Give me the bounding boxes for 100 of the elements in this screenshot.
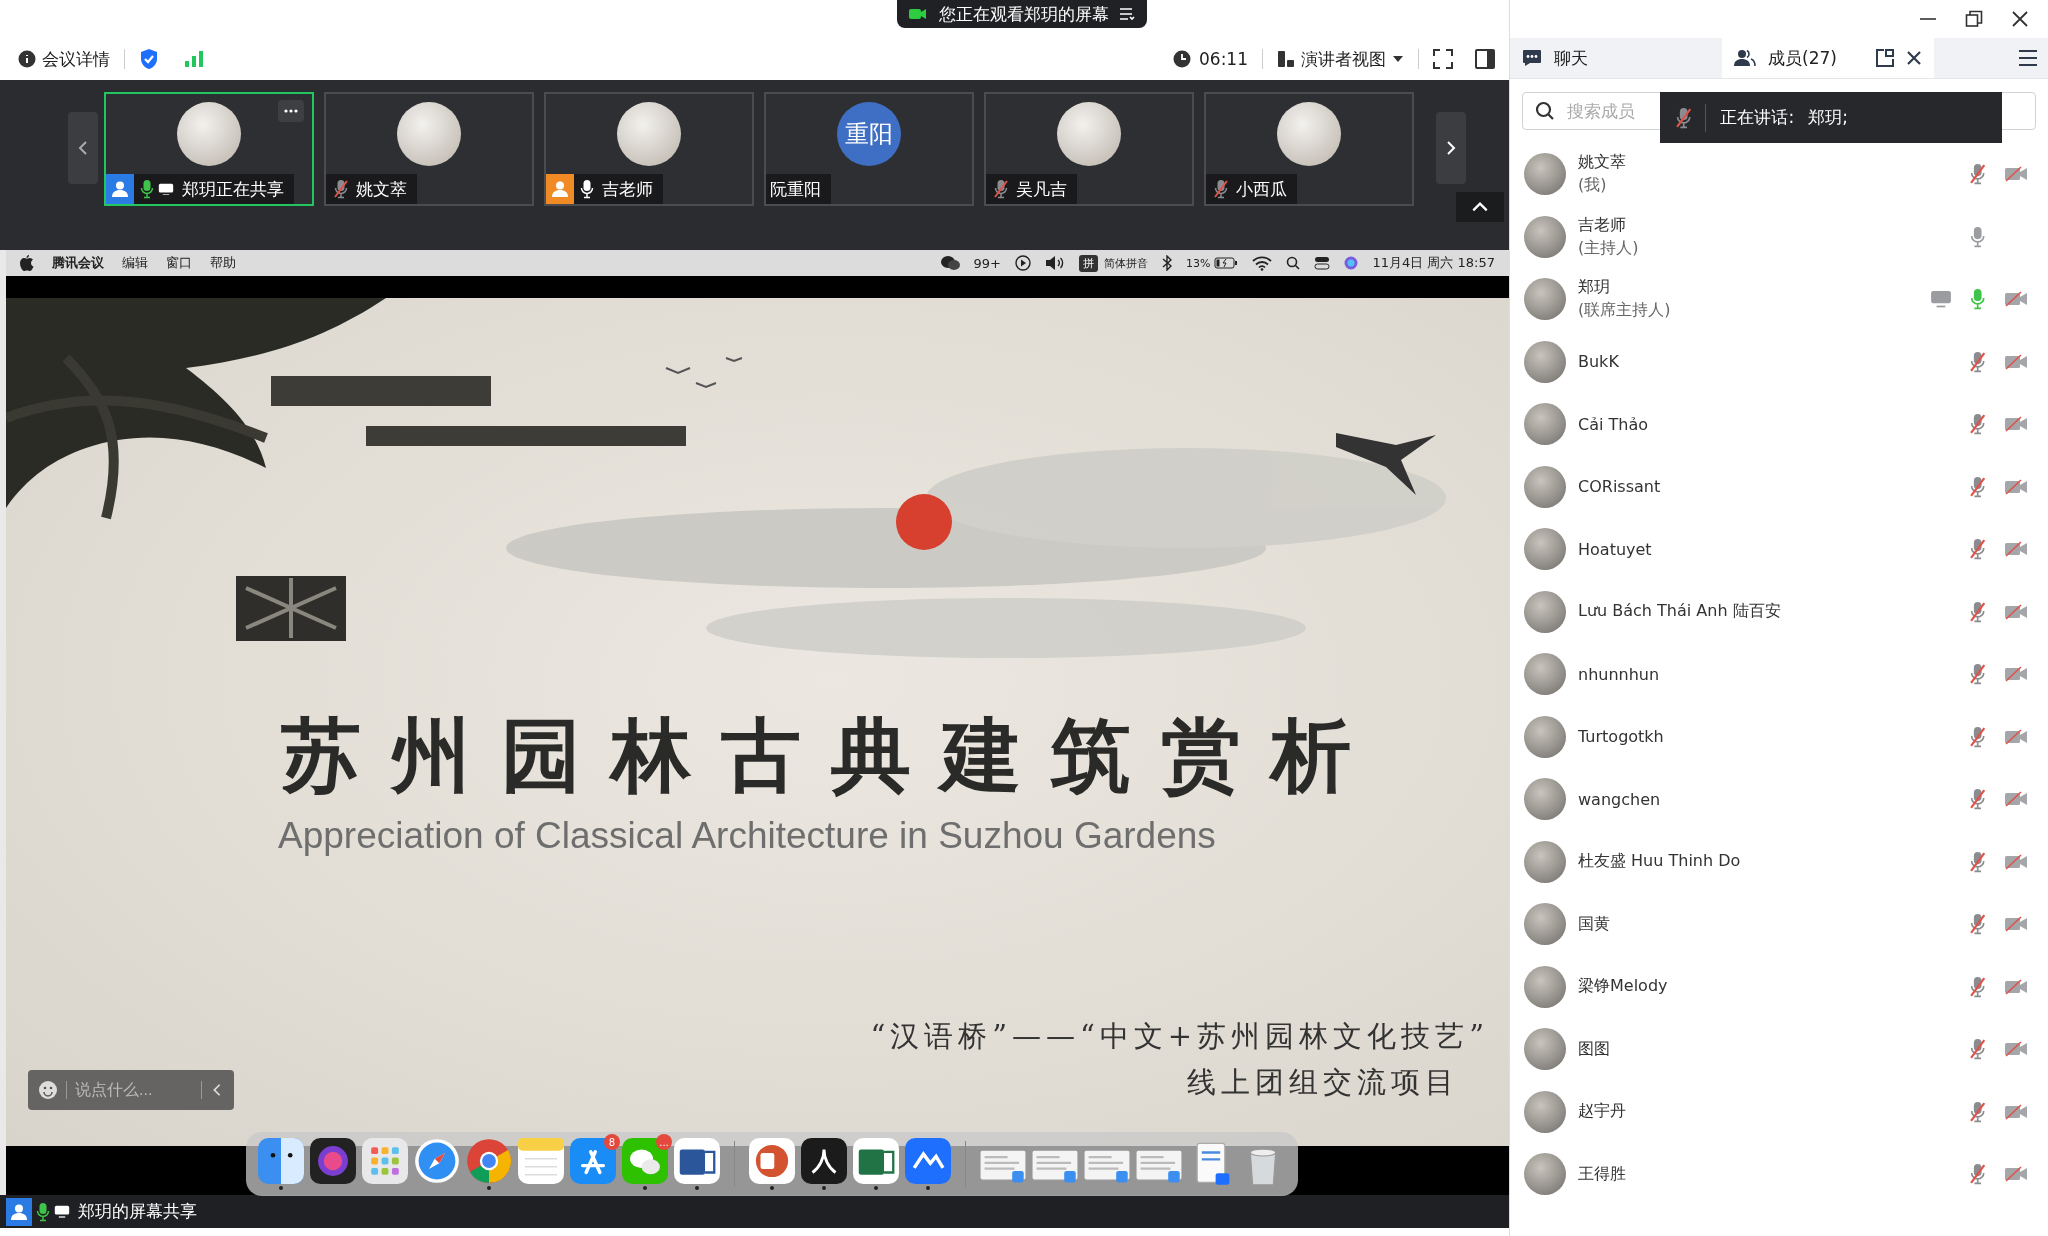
pdf-app-icon[interactable] — [801, 1138, 847, 1184]
volume-icon[interactable] — [1045, 255, 1065, 271]
screen-share-label: 郑玥的屏幕共享 — [77, 1200, 197, 1223]
pop-out-icon[interactable] — [1876, 49, 1894, 67]
menu-item[interactable]: 编辑 — [122, 254, 148, 272]
slide-title: 苏州园林古典建筑赏析 — [281, 707, 1382, 804]
wifi-icon[interactable] — [1252, 255, 1273, 271]
input-method-badge[interactable]: 拼 — [1079, 254, 1098, 272]
banner-text: 您正在观看郑玥的屏幕 — [939, 2, 1109, 26]
restore-icon — [1965, 10, 1983, 28]
member-row[interactable]: 吉老师 (主持人) — [1510, 205, 2048, 268]
launchpad-icon[interactable] — [362, 1138, 408, 1184]
speaker-name: 郑玥; — [1808, 106, 1848, 129]
member-row[interactable]: Hoatuyet — [1510, 518, 2048, 581]
panel-tab[interactable]: 成员(27) — [1722, 38, 1934, 78]
participant-name: 小西瓜 — [1235, 177, 1287, 201]
app-store-icon[interactable] — [570, 1138, 616, 1184]
close-icon[interactable] — [1906, 50, 1922, 66]
participant-tile[interactable]: 吉老师 — [544, 92, 754, 206]
spreadsheet-app-icon[interactable] — [853, 1138, 899, 1184]
muted-mic-icon — [1676, 106, 1692, 129]
app-menu[interactable]: 腾讯会议 — [52, 254, 104, 272]
chat-bubbles-icon[interactable] — [939, 255, 960, 271]
menu-bar-clock: 11月4日 周六 18:57 — [1372, 254, 1495, 272]
member-name: BukK — [1578, 352, 1619, 372]
member-row[interactable]: BukK — [1510, 330, 2048, 393]
person-icon — [111, 180, 129, 198]
side-panel-icon[interactable] — [1475, 49, 1495, 69]
chat-bar[interactable]: 说点什么... — [28, 1070, 234, 1110]
meeting-app-icon[interactable] — [905, 1138, 951, 1184]
participant-tile[interactable]: 郑玥正在共享 — [104, 92, 314, 206]
notification-badge: 8 — [604, 1134, 620, 1150]
member-row[interactable]: CORissant — [1510, 455, 2048, 518]
avatar-placeholder — [1524, 590, 1566, 633]
member-row[interactable]: 姚文萃 (我) — [1510, 143, 2048, 206]
collapse-button[interactable] — [1456, 192, 1504, 222]
member-row[interactable]: 赵宇丹 — [1510, 1080, 2048, 1143]
avatar-placeholder — [1524, 215, 1566, 258]
menu-icon[interactable] — [1119, 7, 1135, 21]
participant-name: 姚文萃 — [355, 177, 407, 201]
emoji-icon[interactable] — [38, 1080, 58, 1100]
participant-tile[interactable]: 重阳 阮重阳 — [764, 92, 974, 206]
input-method-label: 简体拼音 — [1104, 255, 1148, 271]
meeting-timer: 06:11 — [1199, 49, 1248, 69]
participant-tile[interactable]: 姚文萃 — [324, 92, 534, 206]
avatar-placeholder — [1524, 778, 1566, 821]
participant-name: 吴凡吉 — [1015, 177, 1067, 201]
member-row[interactable]: 郑玥 (联席主持人) — [1510, 268, 2048, 331]
member-row[interactable]: wangchen — [1510, 768, 2048, 831]
member-row[interactable]: Turtogotkh — [1510, 705, 2048, 768]
compass-icon[interactable] — [414, 1138, 460, 1184]
search-icon[interactable] — [1286, 256, 1301, 270]
member-row[interactable]: 梁铮Melody — [1510, 955, 2048, 1018]
finder-icon[interactable] — [258, 1138, 304, 1184]
member-role: (我) — [1578, 175, 1608, 197]
member-row[interactable]: 国黄 — [1510, 893, 2048, 956]
siri-icon[interactable] — [1344, 256, 1359, 270]
menu-item[interactable]: 帮助 — [210, 254, 236, 272]
apple-logo-icon[interactable] — [20, 255, 34, 271]
avatar-placeholder — [1524, 1090, 1566, 1133]
control-center-icon[interactable] — [1314, 256, 1331, 270]
participant-tile[interactable]: 小西瓜 — [1204, 92, 1414, 206]
slide-footer-text: “汉语桥”——“中文+苏州园林文化技艺” — [870, 1018, 1489, 1055]
chat-input[interactable]: 说点什么... — [66, 1081, 202, 1099]
info-icon — [18, 50, 36, 68]
presentation-app-icon[interactable] — [749, 1138, 795, 1184]
panel-tab[interactable]: 聊天 — [1510, 38, 1722, 78]
slide-footer-text: 线上团组交流项目 — [1187, 1064, 1460, 1101]
member-name: 姚文萃 — [1578, 152, 1626, 174]
member-row[interactable]: Cải Thảo — [1510, 393, 2048, 456]
siri-icon[interactable] — [310, 1138, 356, 1184]
more-options-button[interactable] — [278, 100, 304, 122]
member-row[interactable]: 图图 — [1510, 1018, 2048, 1081]
chat-icon — [1522, 49, 1542, 67]
view-mode-dropdown[interactable]: 演讲者视图 — [1277, 47, 1404, 71]
battery-icon[interactable] — [1214, 257, 1239, 269]
document-app-icon[interactable] — [674, 1138, 720, 1184]
member-row[interactable]: Lưu Bách Thái Anh 陆百安 — [1510, 580, 2048, 643]
member-row[interactable]: 杜友盛 Huu Thinh Do — [1510, 830, 2048, 893]
avatar-placeholder — [1524, 840, 1566, 883]
menu-icon — [2018, 49, 2038, 67]
participant-tile[interactable]: 吴凡吉 — [984, 92, 1194, 206]
member-row[interactable]: 王得胜 — [1510, 1143, 2048, 1206]
notification-count: 99+ — [973, 255, 1001, 271]
member-role: (联席主持人) — [1578, 300, 1671, 322]
shield-check-icon[interactable] — [139, 48, 159, 70]
participant-name: 吉老师 — [601, 177, 653, 201]
bluetooth-icon[interactable] — [1162, 255, 1172, 271]
member-row[interactable]: nhunnhun — [1510, 643, 2048, 706]
clock-icon — [1173, 50, 1191, 68]
speaking-label: 正在讲话: — [1720, 106, 1795, 129]
play-circle-icon[interactable] — [1015, 255, 1031, 271]
avatar-placeholder — [1524, 340, 1566, 383]
participant-name: 郑玥正在共享 — [181, 177, 284, 201]
menu-item[interactable]: 窗口 — [166, 254, 192, 272]
meeting-info-button[interactable]: 会议详情 — [18, 47, 110, 71]
fullscreen-icon[interactable] — [1433, 49, 1453, 69]
member-name: Hoatuyet — [1578, 539, 1652, 559]
browser-icon[interactable] — [466, 1138, 512, 1184]
avatar-placeholder — [1524, 528, 1566, 571]
